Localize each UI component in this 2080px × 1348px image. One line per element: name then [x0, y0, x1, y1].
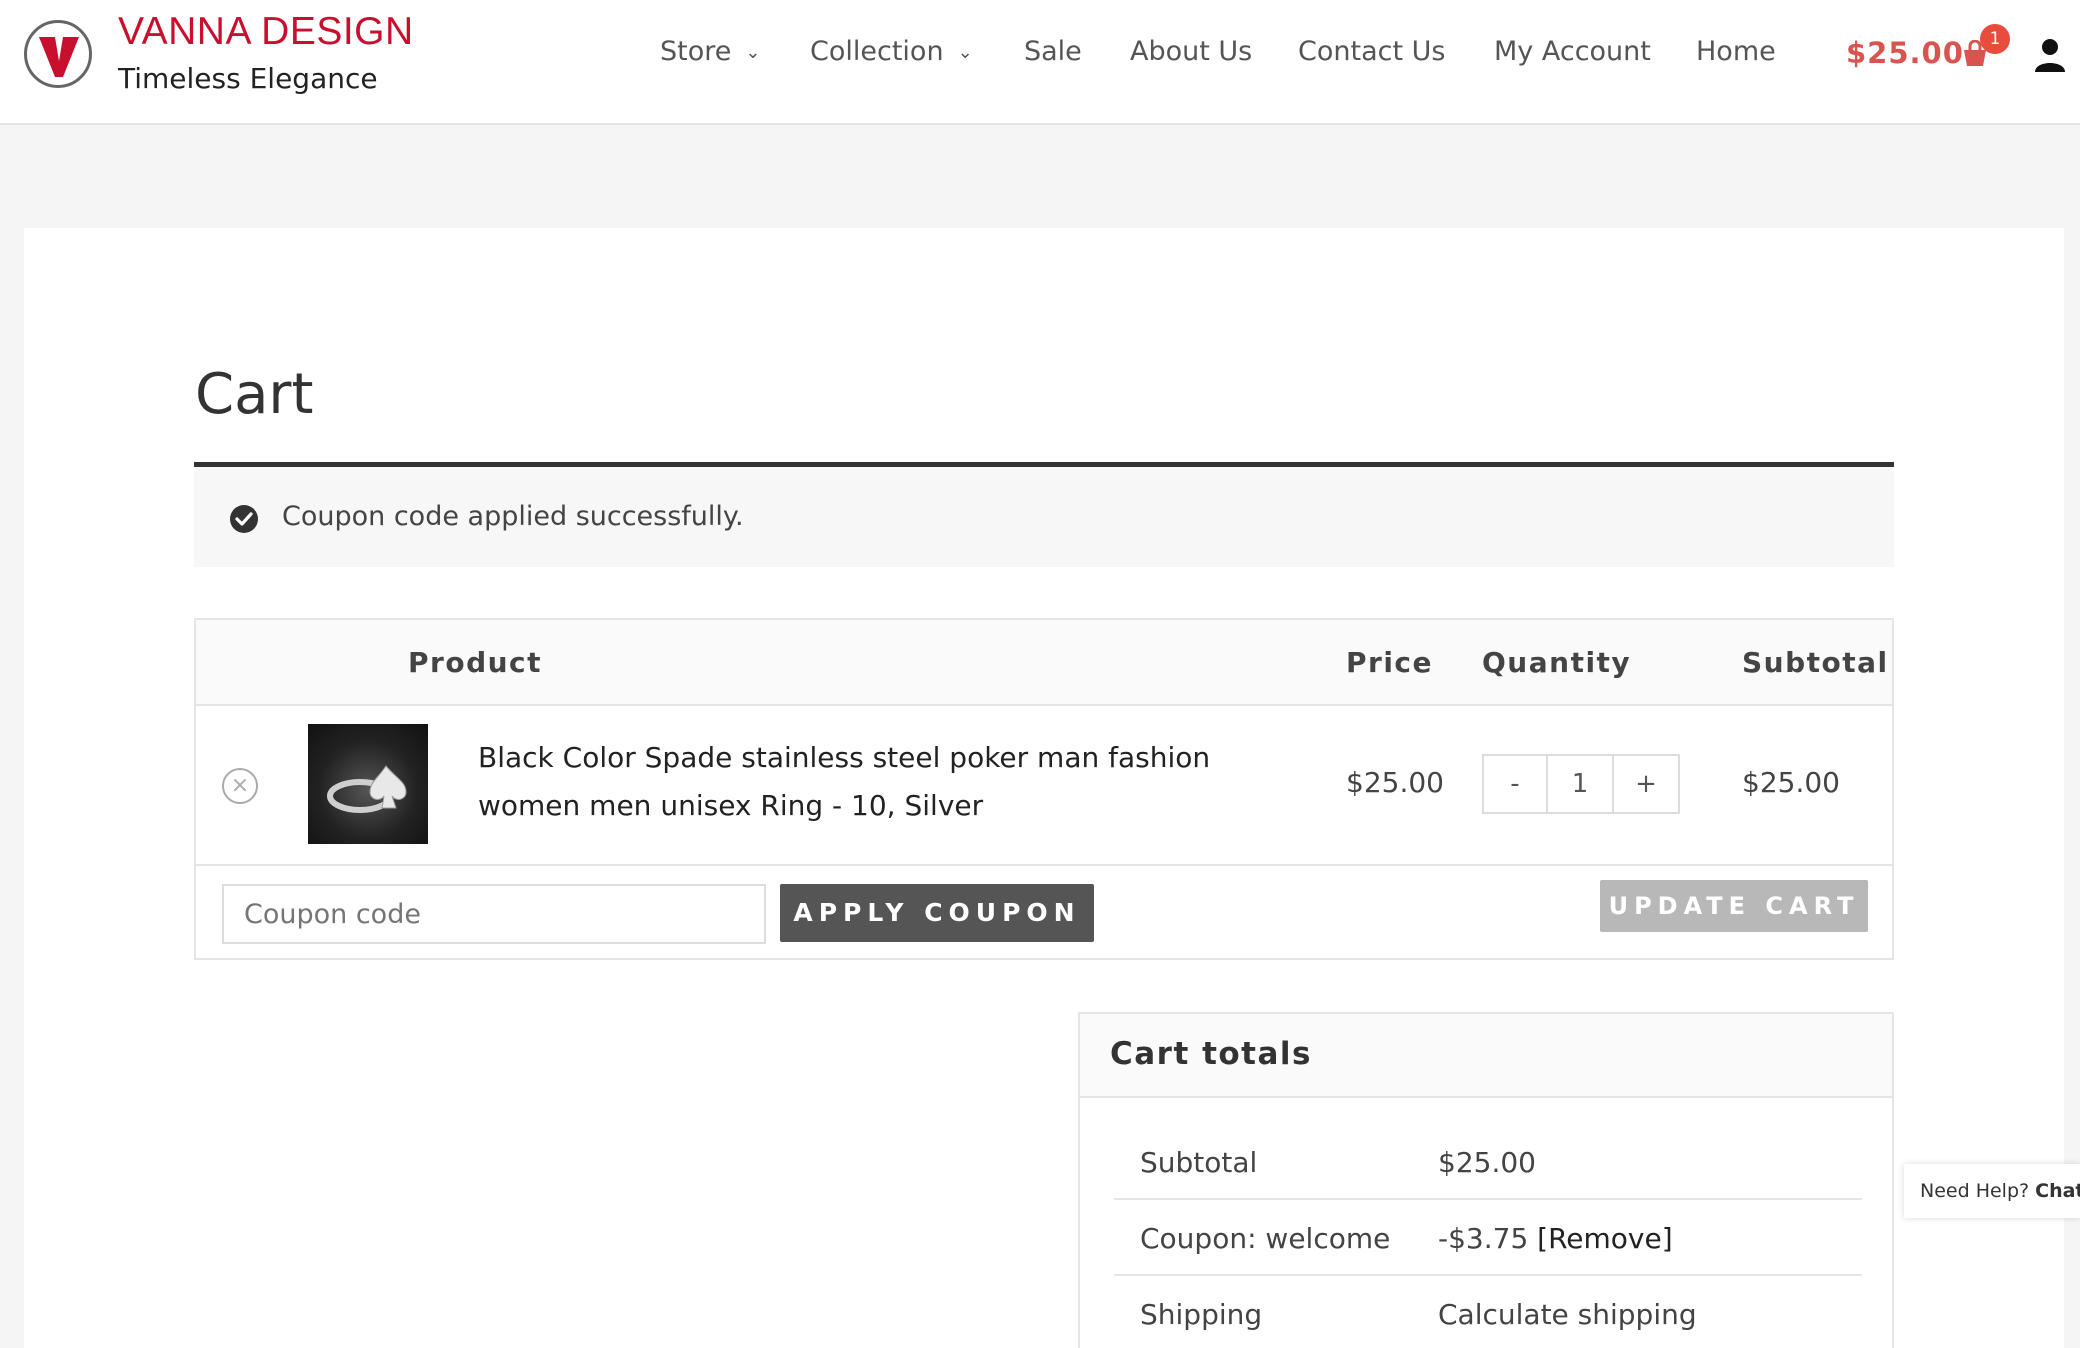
coupon-code-input[interactable] — [222, 884, 766, 944]
header-subtotal: Subtotal — [1742, 646, 1889, 679]
nav-item-store[interactable]: Store ⌄ — [660, 36, 760, 67]
totals-label: Coupon: welcome — [1140, 1222, 1391, 1255]
totals-label: Subtotal — [1140, 1146, 1258, 1179]
remove-coupon-link[interactable]: [Remove] — [1537, 1222, 1672, 1255]
chevron-down-icon: ⌄ — [957, 42, 973, 63]
cart-actions: APPLY COUPON UPDATE CART — [196, 866, 1892, 960]
calculate-shipping-link[interactable]: Calculate shipping — [1438, 1298, 1697, 1331]
nav-item-about-us[interactable]: About Us — [1130, 36, 1252, 67]
nav-item-label: Store — [660, 36, 732, 67]
quantity-input[interactable]: 1 — [1548, 756, 1614, 812]
user-icon[interactable] — [2034, 38, 2066, 76]
quantity-increase-button[interactable]: + — [1614, 756, 1678, 812]
brand-tagline: Timeless Elegance — [118, 62, 378, 95]
product-thumbnail[interactable] — [308, 724, 428, 844]
update-cart-button[interactable]: UPDATE CART — [1600, 880, 1868, 932]
totals-row-subtotal: Subtotal $25.00 — [1114, 1124, 1862, 1200]
apply-coupon-button[interactable]: APPLY COUPON — [780, 884, 1094, 942]
product-name-link[interactable]: Black Color Spade stainless steel poker … — [478, 734, 1298, 830]
help-chat-text: Chat w — [2035, 1180, 2080, 1202]
totals-row-shipping: Shipping Calculate shipping — [1114, 1276, 1862, 1348]
cart-totals: Cart totals Subtotal $25.00 Coupon: welc… — [1078, 1012, 1894, 1348]
remove-item-icon[interactable]: × — [222, 768, 258, 804]
coupon-notice: Coupon code applied successfully. — [194, 462, 1894, 567]
site-header: VANNA DESIGN Timeless Elegance Store ⌄ Co… — [0, 0, 2080, 125]
coupon-discount: -$3.75 — [1438, 1222, 1529, 1255]
cart-table-header: Product Price Quantity Subtotal — [196, 620, 1892, 706]
header-price: Price — [1346, 646, 1434, 679]
nav-item-label: Collection — [810, 36, 944, 67]
item-price: $25.00 — [1346, 766, 1444, 799]
cart-count-badge: 1 — [1980, 24, 2010, 54]
notice-text: Coupon code applied successfully. — [282, 501, 744, 532]
totals-value: -$3.75 [Remove] — [1438, 1222, 1673, 1255]
chevron-down-icon: ⌄ — [745, 42, 761, 63]
cart-totals-title: Cart totals — [1110, 1036, 1313, 1072]
totals-row-coupon: Coupon: welcome -$3.75 [Remove] — [1114, 1200, 1862, 1276]
header-product: Product — [408, 646, 543, 679]
cart-totals-header: Cart totals — [1080, 1014, 1892, 1098]
totals-label: Shipping — [1140, 1298, 1263, 1331]
nav-item-home[interactable]: Home — [1696, 36, 1776, 67]
table-row: × Black Color Spade stainless steel poke… — [196, 706, 1892, 866]
nav-item-my-account[interactable]: My Account — [1494, 36, 1651, 67]
totals-value: $25.00 — [1438, 1146, 1536, 1179]
quantity-stepper: - 1 + — [1482, 754, 1680, 814]
logo-v-icon — [39, 37, 79, 77]
header-cart-total[interactable]: $25.00 — [1846, 36, 1964, 70]
nav-item-sale[interactable]: Sale — [1024, 36, 1082, 67]
brand-name[interactable]: VANNA DESIGN — [118, 10, 414, 54]
brand-logo[interactable] — [24, 20, 92, 88]
quantity-decrease-button[interactable]: - — [1484, 756, 1548, 812]
nav-item-collection[interactable]: Collection ⌄ — [810, 36, 973, 67]
nav-item-contact-us[interactable]: Contact Us — [1298, 36, 1445, 67]
item-subtotal: $25.00 — [1742, 766, 1840, 799]
cart-table: Product Price Quantity Subtotal × Black … — [194, 618, 1894, 960]
header-quantity: Quantity — [1482, 646, 1632, 679]
chat-help-button[interactable]: Need Help? Chat w — [1904, 1164, 2080, 1218]
help-text: Need Help? — [1920, 1180, 2030, 1202]
page-title: Cart — [195, 362, 314, 427]
check-circle-icon — [230, 505, 258, 533]
